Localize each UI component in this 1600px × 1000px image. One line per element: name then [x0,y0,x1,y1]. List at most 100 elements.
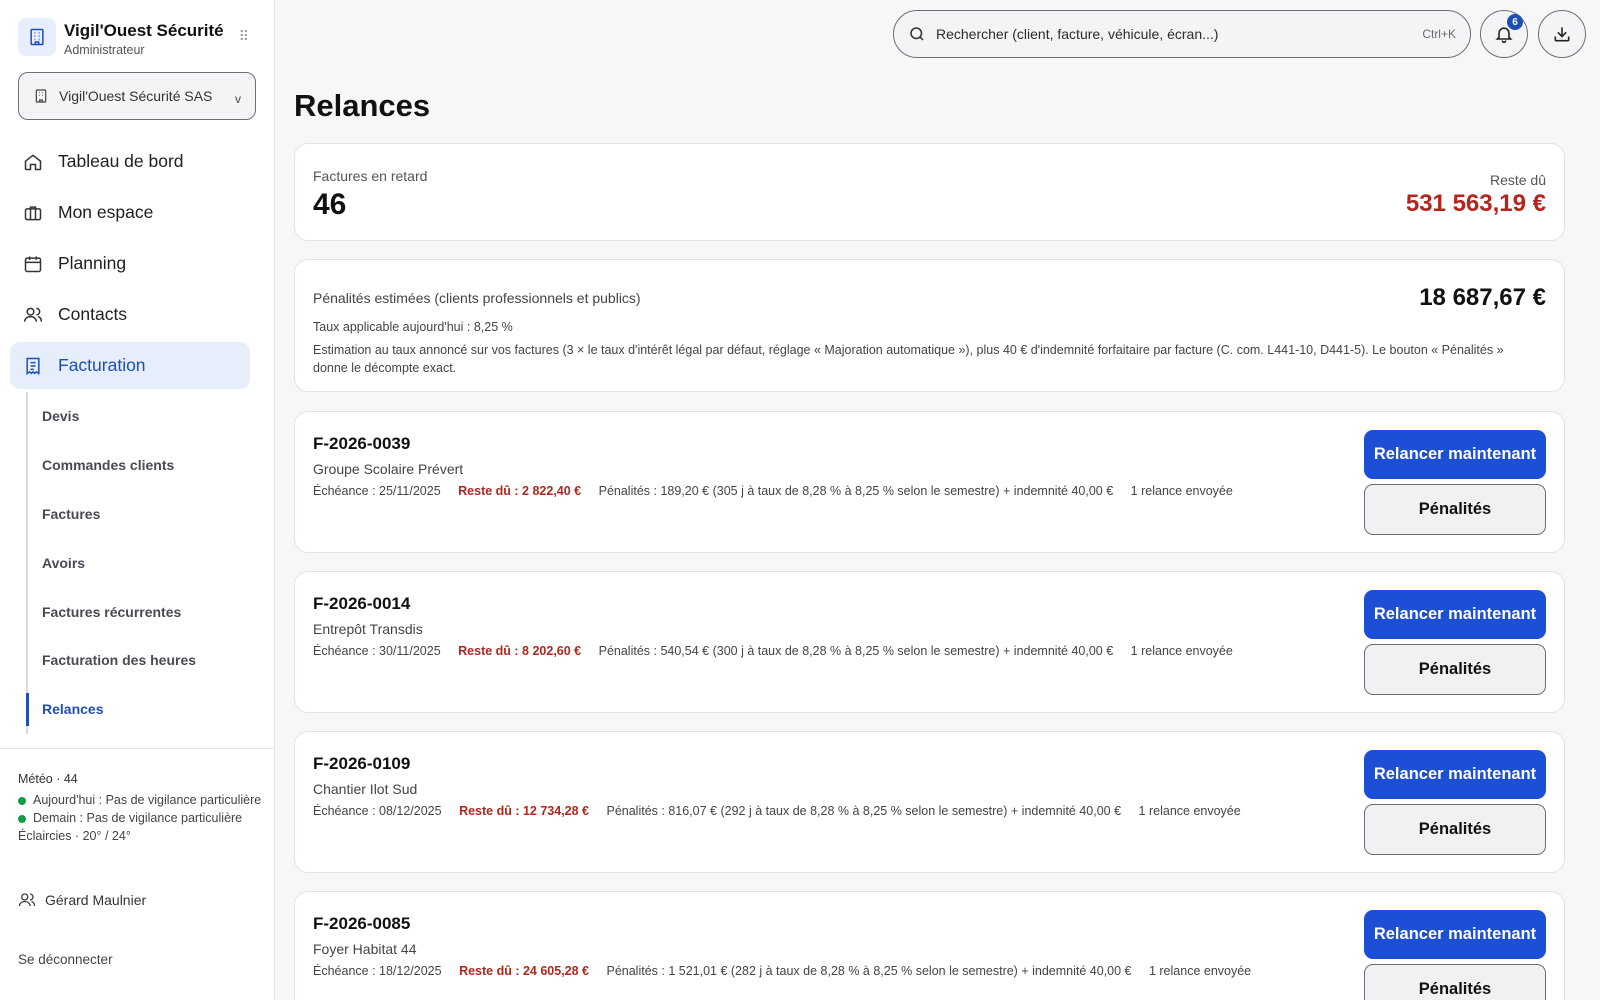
remind-now-button[interactable]: Relancer maintenant [1364,910,1546,959]
invoice-card: F-2026-0039 Groupe Scolaire Prévert Éché… [294,411,1565,553]
invoice-reminders: 1 relance envoyée [1130,484,1233,498]
nav-item-contacts[interactable]: Contacts [10,291,250,338]
nav-item-label: Contacts [58,304,128,324]
invoice-reminders: 1 relance envoyée [1130,644,1233,658]
brand-role: Administrateur [64,43,145,57]
remind-now-button[interactable]: Relancer maintenant [1364,430,1546,479]
remaining-due-total: 531 563,19 € [1405,190,1546,217]
invoice-number: F-2026-0014 [313,594,411,613]
global-search[interactable]: Ctrl+K [893,10,1471,58]
subnav-item-factures-recurrentes[interactable]: Factures récurrentes [28,587,246,636]
search-icon [908,25,926,43]
penalties-button[interactable]: Pénalités [1364,964,1546,1000]
subnav-item-factures[interactable]: Factures [28,490,246,539]
invoice-due-date: Échéance : 25/11/2025 [313,484,441,498]
subnav-item-commandes-clients[interactable]: Commandes clients [28,441,246,490]
nav-item-mon-espace[interactable]: Mon espace [10,189,250,236]
subnav-item-relances[interactable]: Relances [26,685,246,734]
invoice-remaining-due: Reste dû : 2 822,40 € [458,484,582,498]
remaining-due-label: Reste dû [1489,172,1546,188]
overdue-count-value: 46 [313,188,347,221]
status-dot-icon [18,815,26,823]
penalties-estimate-card: Pénalités estimées (clients professionne… [294,259,1565,392]
subnav-item-devis[interactable]: Devis [28,392,246,441]
weather-widget: Météo · 44 Aujourd'hui : Pas de vigilanc… [18,770,263,845]
home-icon [22,151,44,173]
sidebar: Vigil'Ouest Sécurité Administrateur ⠿ Vi… [0,0,275,1000]
search-input[interactable] [936,26,1423,42]
user-profile[interactable]: Gérard Maulnier [18,891,146,909]
penalties-rate: Taux applicable aujourd'hui : 8,25 % [313,320,513,334]
invoice-reminders: 1 relance envoyée [1138,804,1241,818]
invoice-reminders: 1 relance envoyée [1148,964,1252,978]
briefcase-icon [22,202,44,224]
invoice-remaining-due: Reste dû : 8 202,60 € [458,644,582,658]
invoice-meta: Échéance : 30/11/2025 Reste dû : 8 202,6… [313,644,1247,658]
building-icon [33,88,49,104]
user-name: Gérard Maulnier [45,892,147,908]
nav-item-planning[interactable]: Planning [10,240,250,287]
penalties-total: 18 687,67 € [1419,284,1546,311]
brand-name: Vigil'Ouest Sécurité [64,21,224,40]
organization-select-value: Vigil'Ouest Sécurité SAS [59,88,213,104]
invoice-client: Foyer Habitat 44 [313,941,417,957]
invoice-due-date: Échéance : 08/12/2025 [313,804,442,818]
building-icon [18,18,56,56]
subnav-item-facturation-des-heures[interactable]: Facturation des heures [28,636,246,685]
billing-subnav: Devis Commandes clients Factures Avoirs … [26,392,246,734]
notification-count-badge: 6 [1507,14,1523,30]
drag-handle-icon[interactable]: ⠿ [239,28,249,45]
receipt-icon [22,355,44,377]
weather-today: Aujourd'hui : Pas de vigilance particuli… [18,791,263,809]
sidebar-divider [0,748,275,749]
subnav-item-avoirs[interactable]: Avoirs [28,538,246,587]
invoice-number: F-2026-0039 [313,434,411,453]
invoice-due-date: Échéance : 30/11/2025 [313,644,441,658]
penalties-button[interactable]: Pénalités [1364,804,1546,855]
download-icon [1552,24,1572,44]
remind-now-button[interactable]: Relancer maintenant [1364,590,1546,639]
invoice-client: Entrepôt Transdis [313,621,423,637]
invoice-remaining-due: Reste dû : 24 605,28 € [459,964,589,978]
weather-forecast: Éclaircies · 20° / 24° [18,829,131,843]
invoice-number: F-2026-0085 [313,914,411,933]
remind-now-button[interactable]: Relancer maintenant [1364,750,1546,799]
penalties-button[interactable]: Pénalités [1364,484,1546,535]
invoice-card: F-2026-0085 Foyer Habitat 44 Échéance : … [294,891,1565,1000]
search-shortcut: Ctrl+K [1422,27,1456,41]
nav-item-tableau-de-bord[interactable]: Tableau de bord [10,138,250,185]
invoice-card: F-2026-0014 Entrepôt Transdis Échéance :… [294,571,1565,713]
nav-item-label: Planning [58,253,127,273]
weather-tomorrow: Demain : Pas de vigilance particulière [18,809,263,827]
weather-title: Météo · 44 [18,772,78,786]
user-icon [18,891,36,909]
logout-link[interactable]: Se déconnecter [18,952,113,967]
invoice-penalties: Pénalités : 816,07 € (292 j à taux de 8,… [606,804,1122,818]
penalties-title: Pénalités estimées (clients professionne… [313,290,641,306]
penalties-note: Estimation au taux annoncé sur vos factu… [313,343,1504,375]
overdue-summary-card: Factures en retard 46 Reste dû 531 563,1… [294,143,1565,241]
invoice-client: Chantier Ilot Sud [313,781,418,797]
invoice-penalties: Pénalités : 540,54 € (300 j à taux de 8,… [598,644,1114,658]
download-button[interactable] [1538,10,1586,58]
notifications-button[interactable]: 6 [1480,10,1528,58]
invoice-meta: Échéance : 25/11/2025 Reste dû : 2 822,4… [313,484,1247,498]
penalties-button[interactable]: Pénalités [1364,644,1546,695]
invoice-remaining-due: Reste dû : 12 734,28 € [459,804,589,818]
invoice-penalties: Pénalités : 1 521,01 € (282 j à taux de … [606,964,1132,978]
main-nav: Tableau de bord Mon espace Planning Cont… [10,138,250,393]
organization-select[interactable]: Vigil'Ouest Sécurité SAS v [18,72,256,120]
calendar-icon [22,253,44,275]
nav-item-label: Mon espace [58,202,154,222]
brand: Vigil'Ouest Sécurité Administrateur ⠿ [18,18,258,60]
nav-item-facturation[interactable]: Facturation [10,342,250,389]
invoice-meta: Échéance : 08/12/2025 Reste dû : 12 734,… [313,804,1255,818]
weather-today-text: Aujourd'hui : Pas de vigilance particuli… [33,793,262,807]
invoice-penalties: Pénalités : 189,20 € (305 j à taux de 8,… [598,484,1114,498]
invoice-client: Groupe Scolaire Prévert [313,461,464,477]
invoice-due-date: Échéance : 18/12/2025 [313,964,442,978]
users-icon [22,304,44,326]
invoice-card: F-2026-0109 Chantier Ilot Sud Échéance :… [294,731,1565,873]
page-title: Relances [294,88,431,123]
overdue-count-label: Factures en retard [313,168,428,184]
